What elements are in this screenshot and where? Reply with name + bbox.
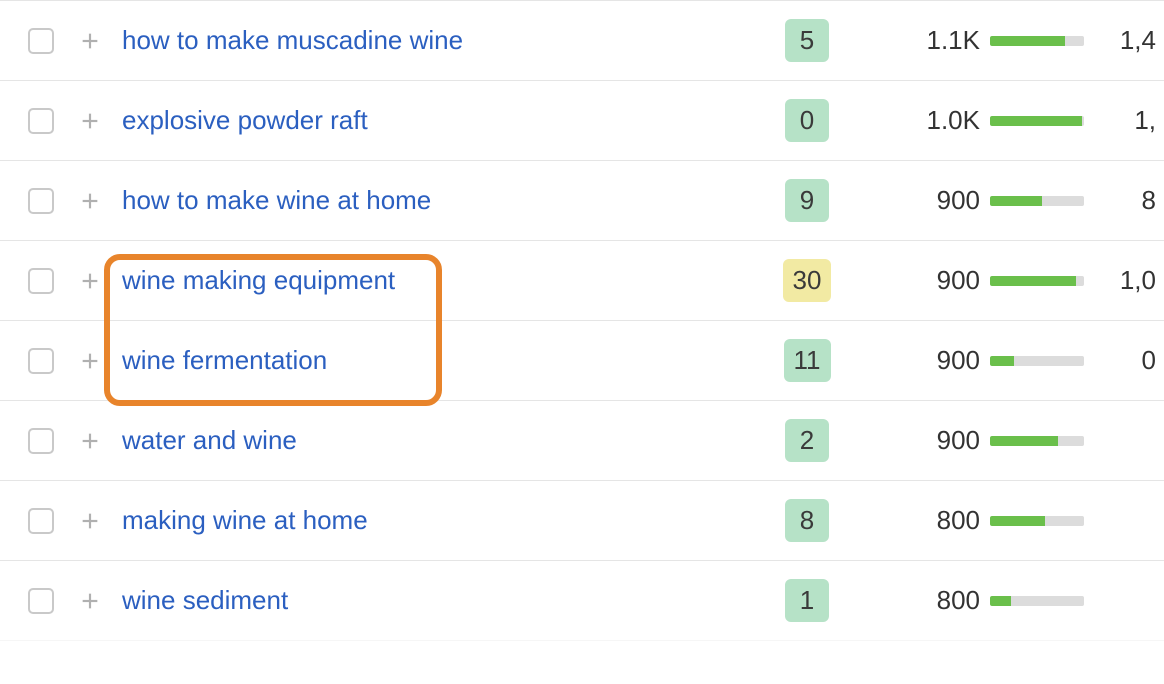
- bar-track: [990, 36, 1084, 46]
- keyword-cell: explosive powder raft: [122, 105, 772, 136]
- expand-icon[interactable]: [76, 267, 104, 295]
- keyword-link[interactable]: explosive powder raft: [122, 105, 368, 135]
- table-row: wine fermentation 11 900 0: [0, 320, 1164, 400]
- keyword-cell: wine fermentation: [122, 345, 772, 376]
- table-row: making wine at home 8 800: [0, 480, 1164, 560]
- table-row: explosive powder raft 0 1.0K 1,: [0, 80, 1164, 160]
- volume-cell: 900: [842, 425, 990, 456]
- row-checkbox[interactable]: [28, 428, 54, 454]
- kd-cell: 11: [772, 339, 842, 382]
- keyword-cell: how to make muscadine wine: [122, 25, 772, 56]
- volume-cell: 800: [842, 585, 990, 616]
- extra-cell: 8: [1110, 185, 1156, 216]
- row-checkbox[interactable]: [28, 28, 54, 54]
- bar-fill: [990, 36, 1065, 46]
- bar-cell: [990, 276, 1110, 286]
- keyword-link[interactable]: wine fermentation: [122, 345, 327, 375]
- bar-fill: [990, 116, 1082, 126]
- bar-track: [990, 276, 1084, 286]
- keyword-cell: how to make wine at home: [122, 185, 772, 216]
- kd-cell: 5: [772, 19, 842, 62]
- kd-cell: 1: [772, 579, 842, 622]
- extra-cell: 0: [1110, 345, 1156, 376]
- kd-badge: 0: [785, 99, 829, 142]
- bar-fill: [990, 196, 1042, 206]
- expand-icon[interactable]: [76, 347, 104, 375]
- table-row: how to make muscadine wine 5 1.1K 1,4: [0, 0, 1164, 80]
- kd-cell: 8: [772, 499, 842, 542]
- bar-track: [990, 356, 1084, 366]
- bar-fill: [990, 596, 1011, 606]
- expand-icon[interactable]: [76, 507, 104, 535]
- kd-badge: 30: [783, 259, 832, 302]
- keyword-cell: making wine at home: [122, 505, 772, 536]
- table-row: wine making equipment 30 900 1,0: [0, 240, 1164, 320]
- keyword-cell: wine making equipment: [122, 265, 772, 296]
- bar-cell: [990, 36, 1110, 46]
- keyword-link[interactable]: water and wine: [122, 425, 297, 455]
- table-row: how to make wine at home 9 900 8: [0, 160, 1164, 240]
- bar-cell: [990, 436, 1110, 446]
- volume-cell: 1.0K: [842, 105, 990, 136]
- extra-cell: 1,4: [1110, 25, 1156, 56]
- volume-cell: 900: [842, 265, 990, 296]
- volume-cell: 900: [842, 345, 990, 376]
- keyword-link[interactable]: making wine at home: [122, 505, 368, 535]
- expand-icon[interactable]: [76, 27, 104, 55]
- kd-cell: 2: [772, 419, 842, 462]
- kd-badge: 11: [784, 339, 831, 382]
- keyword-link[interactable]: wine making equipment: [122, 265, 395, 295]
- kd-badge: 1: [785, 579, 829, 622]
- row-checkbox[interactable]: [28, 108, 54, 134]
- bar-cell: [990, 116, 1110, 126]
- bar-track: [990, 596, 1084, 606]
- kd-cell: 30: [772, 259, 842, 302]
- row-checkbox[interactable]: [28, 268, 54, 294]
- row-checkbox[interactable]: [28, 588, 54, 614]
- extra-cell: 1,: [1110, 105, 1156, 136]
- kd-badge: 8: [785, 499, 829, 542]
- keyword-link[interactable]: how to make muscadine wine: [122, 25, 463, 55]
- keyword-link[interactable]: how to make wine at home: [122, 185, 431, 215]
- expand-icon[interactable]: [76, 587, 104, 615]
- table-row: wine sediment 1 800: [0, 560, 1164, 640]
- volume-cell: 900: [842, 185, 990, 216]
- bar-cell: [990, 661, 1110, 671]
- bar-fill: [990, 356, 1014, 366]
- kd-badge: 2: [785, 419, 829, 462]
- bar-fill: [990, 516, 1045, 526]
- keyword-table: how to make muscadine wine 5 1.1K 1,4 ex…: [0, 0, 1164, 680]
- row-checkbox[interactable]: [28, 508, 54, 534]
- bar-track: [990, 116, 1084, 126]
- kd-cell: [772, 661, 842, 673]
- kd-badge: 5: [785, 19, 829, 62]
- bar-cell: [990, 356, 1110, 366]
- expand-icon[interactable]: [76, 107, 104, 135]
- row-checkbox[interactable]: [28, 348, 54, 374]
- kd-cell: 0: [772, 99, 842, 142]
- volume-cell: 800: [842, 505, 990, 536]
- expand-icon[interactable]: [76, 187, 104, 215]
- keyword-cell: wine sediment: [122, 585, 772, 616]
- table-row: [0, 640, 1164, 680]
- kd-cell: 9: [772, 179, 842, 222]
- bar-cell: [990, 516, 1110, 526]
- bar-track: [990, 436, 1084, 446]
- kd-badge: 9: [785, 179, 829, 222]
- extra-cell: 1,0: [1110, 265, 1156, 296]
- bar-fill: [990, 436, 1058, 446]
- bar-track: [990, 516, 1084, 526]
- bar-fill: [990, 276, 1076, 286]
- keyword-link[interactable]: wine sediment: [122, 585, 288, 615]
- row-checkbox[interactable]: [28, 188, 54, 214]
- bar-cell: [990, 196, 1110, 206]
- volume-cell: 1.1K: [842, 25, 990, 56]
- table-row: water and wine 2 900: [0, 400, 1164, 480]
- keyword-cell: water and wine: [122, 425, 772, 456]
- bar-cell: [990, 596, 1110, 606]
- bar-track: [990, 196, 1084, 206]
- expand-icon[interactable]: [76, 427, 104, 455]
